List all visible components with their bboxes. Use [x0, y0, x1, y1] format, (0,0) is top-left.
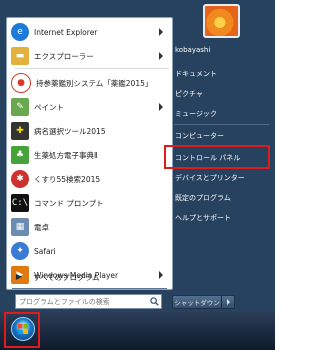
program-item-yakkan[interactable]: ● 持参薬鑑別システム「薬鑑2015」 [11, 72, 169, 94]
submenu-arrow-icon[interactable] [159, 28, 163, 36]
pill-icon: ● [11, 73, 31, 93]
program-item-internet-explorer[interactable]: e Internet Explorer [11, 21, 169, 43]
right-item-label: ドキュメント [175, 70, 217, 78]
program-item-explorer[interactable]: ▬ エクスプローラー [11, 45, 169, 67]
right-item-documents[interactable]: ドキュメント [175, 66, 270, 82]
right-item-pictures[interactable]: ピクチャ [175, 86, 270, 102]
right-item-devices-printers[interactable]: デバイスとプリンター [175, 170, 270, 186]
right-item-computer[interactable]: コンピューター [175, 128, 270, 144]
right-item-default-programs[interactable]: 既定のプログラム [175, 190, 270, 206]
all-programs-label: すべてのプログラム [33, 272, 100, 282]
search-box[interactable] [15, 294, 162, 309]
divider [12, 288, 167, 289]
program-label: エクスプローラー [34, 51, 94, 61]
program-label: 電卓 [34, 222, 49, 232]
taskbar [0, 312, 275, 350]
program-label: 病名選択ツール2015 [34, 126, 106, 136]
shutdown-label: シャットダウン [174, 299, 220, 307]
program-item-shoyaku[interactable]: ♣ 生薬処方電子事典Ⅱ [11, 144, 169, 166]
control-panel-highlight [164, 145, 270, 169]
program-label: Safari [34, 246, 56, 256]
right-item-help-support[interactable]: ヘルプとサポート [175, 210, 270, 226]
shutdown-button[interactable]: シャットダウン [172, 295, 222, 309]
program-label: ペイント [34, 102, 64, 112]
right-item-music[interactable]: ミュージック [175, 106, 270, 122]
program-item-paint[interactable]: ✎ ペイント [11, 96, 169, 118]
program-item-command-prompt[interactable]: C:\ コマンド プロンプト [11, 192, 169, 214]
right-item-label: デバイスとプリンター [175, 174, 245, 182]
play-arrow-icon: ▶ [15, 272, 23, 281]
internet-explorer-icon: e [11, 23, 29, 41]
tool-icon: ✚ [11, 122, 29, 140]
right-item-label: 既定のプログラム [175, 194, 231, 202]
program-label: 持参薬鑑別システム「薬鑑2015」 [36, 78, 153, 88]
program-item-byomei[interactable]: ✚ 病名選択ツール2015 [11, 120, 169, 142]
submenu-arrow-icon[interactable] [159, 52, 163, 60]
calculator-icon: ▦ [11, 218, 29, 236]
all-programs-button[interactable]: ▶ すべてのプログラム [10, 268, 160, 286]
program-label: くすり55検索2015 [34, 174, 101, 184]
start-button-highlight [4, 312, 40, 348]
right-item-label: コンピューター [175, 132, 224, 140]
search-input[interactable] [16, 296, 145, 307]
user-avatar[interactable] [203, 4, 240, 38]
medicine-icon: ✱ [11, 170, 29, 188]
paint-icon: ✎ [11, 98, 29, 116]
program-label: Internet Explorer [34, 27, 98, 37]
program-label: コマンド プロンプト [34, 198, 104, 208]
divider [15, 68, 169, 69]
user-name-item[interactable]: kobayashi [175, 42, 270, 58]
command-prompt-icon: C:\ [11, 194, 29, 212]
search-icon[interactable] [149, 296, 160, 307]
submenu-arrow-icon[interactable] [159, 103, 163, 111]
divider [174, 124, 269, 125]
right-item-label: ミュージック [175, 110, 217, 118]
right-item-label: ピクチャ [175, 90, 203, 98]
folder-icon: ▬ [11, 47, 29, 65]
program-label: 生薬処方電子事典Ⅱ [34, 150, 98, 160]
herb-icon: ♣ [11, 146, 29, 164]
program-item-safari[interactable]: ✦ Safari [11, 240, 169, 262]
program-item-calculator[interactable]: ▦ 電卓 [11, 216, 169, 238]
program-item-kusuri55[interactable]: ✱ くすり55検索2015 [11, 168, 169, 190]
chevron-right-icon [226, 299, 230, 305]
safari-icon: ✦ [11, 242, 29, 260]
user-name-label: kobayashi [175, 46, 211, 54]
right-item-label: ヘルプとサポート [175, 214, 231, 222]
shutdown-options-button[interactable] [221, 295, 235, 309]
programs-panel: e Internet Explorer ▬ エクスプローラー ● 持参薬鑑別シス… [6, 17, 173, 290]
